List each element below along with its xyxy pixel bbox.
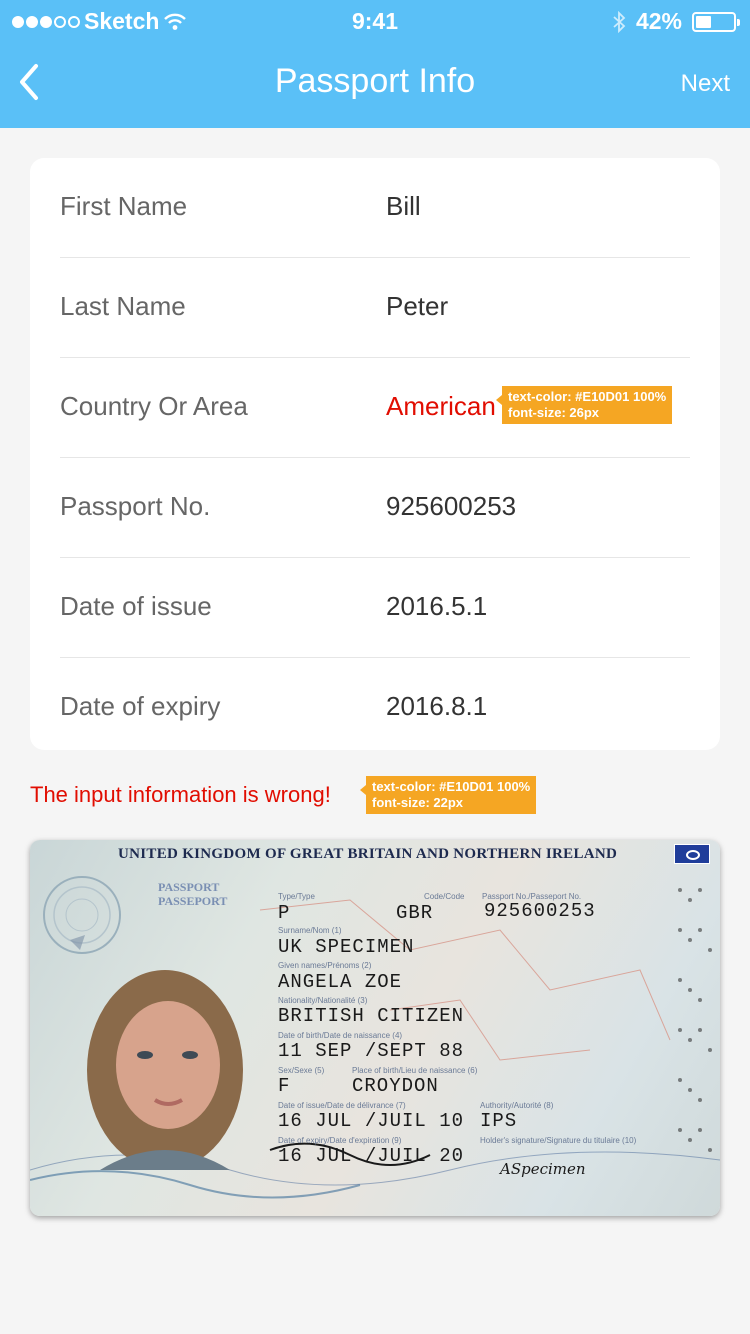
first-name-value[interactable]: Bill xyxy=(386,191,421,222)
passport-label-code: Code/Code xyxy=(424,892,465,901)
row-date-of-issue[interactable]: Date of issue 2016.5.1 xyxy=(60,558,690,658)
passport-date-of-issue: 16 JUL /JUIL 10 xyxy=(278,1110,465,1132)
passport-label-surname: Surname/Nom (1) xyxy=(278,926,342,935)
passport-given-names: ANGELA ZOE xyxy=(278,971,403,993)
passport-label-sex: Sex/Sexe (5) xyxy=(278,1066,325,1075)
tooltip-line: text-color: #E10D01 100% xyxy=(508,389,667,404)
passport-type: P xyxy=(278,902,291,924)
passport-label-expiry: Date of expiry/Date d'expiration (9) xyxy=(278,1136,402,1145)
tooltip-line: font-size: 22px xyxy=(372,795,464,810)
country-label: Country Or Area xyxy=(60,391,248,421)
passport-perforation-pattern xyxy=(678,888,712,1152)
date-of-issue-value[interactable]: 2016.5.1 xyxy=(386,591,487,622)
passport-date-of-expiry: 16 JUL /JUIL 20 xyxy=(278,1145,465,1167)
passport-word: PASSPORT PASSEPORT xyxy=(158,880,227,908)
page-title: Passport Info xyxy=(274,62,476,100)
passport-photo-image: UNITED KINGDOM OF GREAT BRITAIN AND NORT… xyxy=(30,840,720,1216)
passport-label-nationality: Nationality/Nationalité (3) xyxy=(278,996,368,1005)
passport-flag-icon xyxy=(674,844,710,864)
passport-label-holder-sig: Holder's signature/Signature du titulair… xyxy=(480,1136,637,1145)
last-name-value[interactable]: Peter xyxy=(386,291,448,322)
nav-header: Sketch 9:41 42% Passport Info Next xyxy=(0,0,750,128)
bluetooth-icon xyxy=(613,10,626,33)
battery-icon xyxy=(692,11,740,32)
error-annotation-tooltip: text-color: #E10D01 100% font-size: 22px xyxy=(359,776,537,814)
date-of-issue-label: Date of issue xyxy=(60,591,212,621)
last-name-label: Last Name xyxy=(60,291,186,321)
passport-label-pob: Place of birth/Lieu de naissance (6) xyxy=(352,1066,478,1075)
passport-header-text: UNITED KINGDOM OF GREAT BRITAIN AND NORT… xyxy=(118,846,618,862)
passport-place-of-birth: CROYDON xyxy=(352,1075,439,1097)
passport-label-dob: Date of birth/Date de naissance (4) xyxy=(278,1031,403,1040)
passport-code: GBR xyxy=(396,902,434,924)
row-last-name[interactable]: Last Name Peter xyxy=(60,258,690,358)
passport-authority: IPS xyxy=(480,1110,518,1132)
first-name-label: First Name xyxy=(60,191,188,221)
next-button[interactable]: Next xyxy=(681,70,730,98)
passport-label-issue: Date of issue/Date de délivrance (7) xyxy=(278,1101,406,1110)
tooltip-line: text-color: #E10D01 100% xyxy=(372,779,531,794)
error-message: The input information is wrong! xyxy=(30,782,331,807)
battery-level-fill xyxy=(696,15,711,28)
passport-nationality: BRITISH CITIZEN xyxy=(278,1005,465,1027)
passport-word-en: PASSPORT xyxy=(158,880,220,894)
passport-label-authority: Authority/Autorité (8) xyxy=(480,1101,554,1110)
status-right: 42% xyxy=(612,8,740,35)
row-passport-no[interactable]: Passport No. 925600253 xyxy=(60,458,690,558)
passport-dob: 11 SEP /SEPT 88 xyxy=(278,1040,465,1062)
passport-signature: ASpecimen xyxy=(500,1160,586,1178)
passport-sex: F xyxy=(278,1075,291,1097)
passport-no-value[interactable]: 925600253 xyxy=(386,491,516,522)
passport-label-type: Type/Type xyxy=(278,892,315,901)
passport-surname: UK SPECIMEN xyxy=(278,936,415,958)
passport-word-fr: PASSEPORT xyxy=(158,894,228,908)
passport-no-label: Passport No. xyxy=(60,491,211,521)
status-bar: Sketch 9:41 42% xyxy=(0,0,750,40)
row-first-name[interactable]: First Name Bill xyxy=(60,158,690,258)
passport-number: 925600253 xyxy=(484,900,596,922)
passport-info-card: First Name Bill Last Name Peter Country … xyxy=(30,158,720,750)
country-annotation-tooltip: text-color: #E10D01 100% font-size: 26px xyxy=(495,386,673,424)
country-value[interactable]: American xyxy=(386,391,496,422)
passport-label-given: Given names/Prénoms (2) xyxy=(278,961,372,970)
date-of-expiry-value[interactable]: 2016.8.1 xyxy=(386,691,487,722)
battery-percent: 42% xyxy=(635,8,682,34)
tooltip-line: font-size: 26px xyxy=(508,405,600,420)
date-of-expiry-label: Date of expiry xyxy=(60,691,221,721)
row-date-of-expiry[interactable]: Date of expiry 2016.8.1 xyxy=(60,658,690,757)
